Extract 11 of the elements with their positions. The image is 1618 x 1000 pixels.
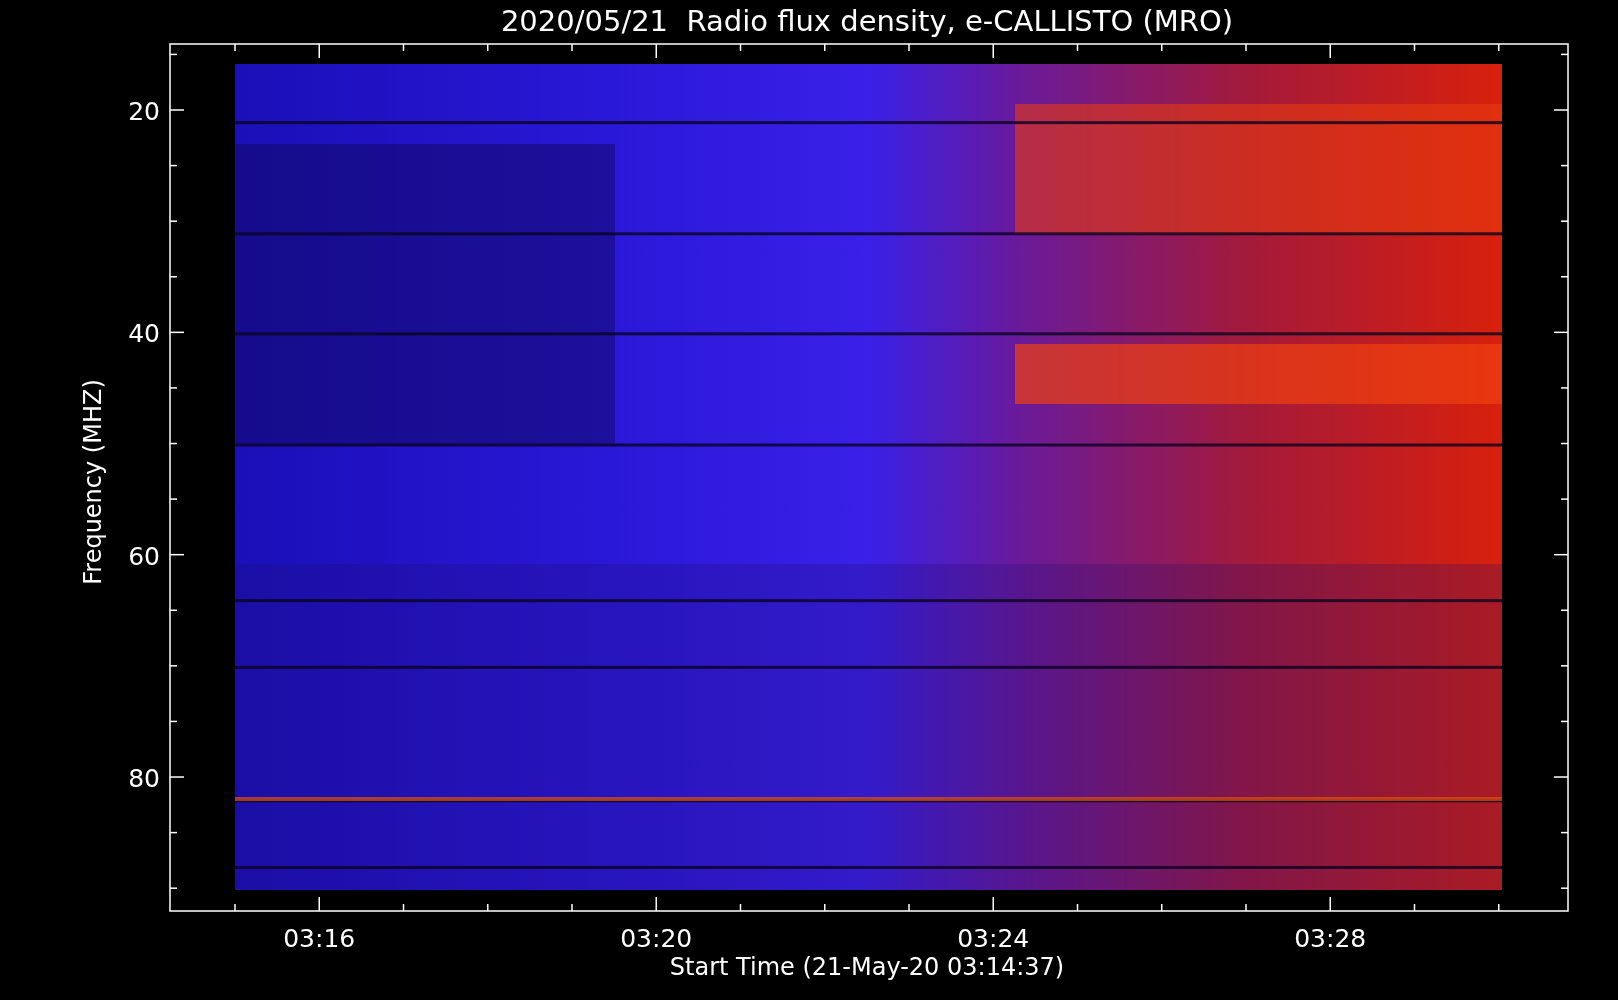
x-tick-label: 03:28: [1294, 924, 1367, 953]
y-tick-label: 60: [128, 541, 160, 571]
x-tick-label: 03:24: [957, 924, 1030, 953]
x-tick-label: 03:16: [283, 924, 356, 953]
x-axis-label: Start Time (21-May-20 03:14:37): [669, 953, 1065, 981]
plot-title: 2020/05/21 Radio flux density, e-CALLISTO (MRO): [500, 4, 1234, 38]
y-tick-label: 20: [128, 97, 160, 126]
y-tick-label: 80: [128, 764, 160, 793]
x-tick-label: 03:20: [620, 924, 693, 953]
y-axis-label: Frequency (MHZ): [79, 379, 107, 585]
y-tick-label: 40: [128, 319, 160, 349]
